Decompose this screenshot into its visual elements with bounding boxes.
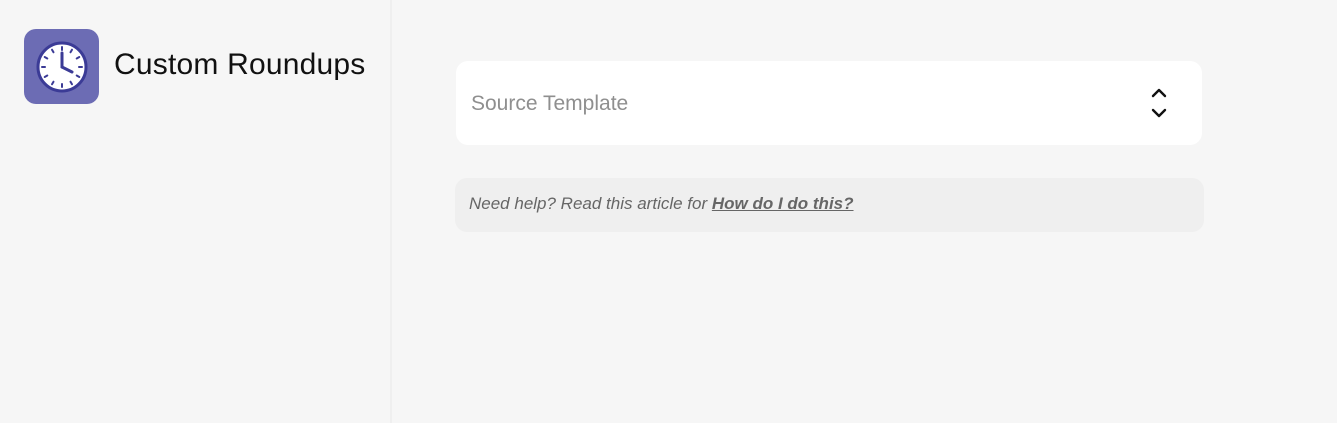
sidebar: Custom Roundups: [0, 0, 392, 423]
help-box: Need help? Read this article for How do …: [455, 178, 1204, 232]
source-template-select[interactable]: Source Template: [456, 61, 1202, 145]
help-prefix: Need help? Read this article for: [469, 194, 712, 213]
app-title: Custom Roundups: [114, 48, 366, 81]
help-text: Need help? Read this article for How do …: [469, 194, 854, 214]
chevron-up-down-icon: [1148, 84, 1170, 122]
help-article-link[interactable]: How do I do this?: [712, 194, 854, 213]
clock-icon: [24, 29, 99, 104]
source-template-placeholder: Source Template: [471, 92, 629, 115]
